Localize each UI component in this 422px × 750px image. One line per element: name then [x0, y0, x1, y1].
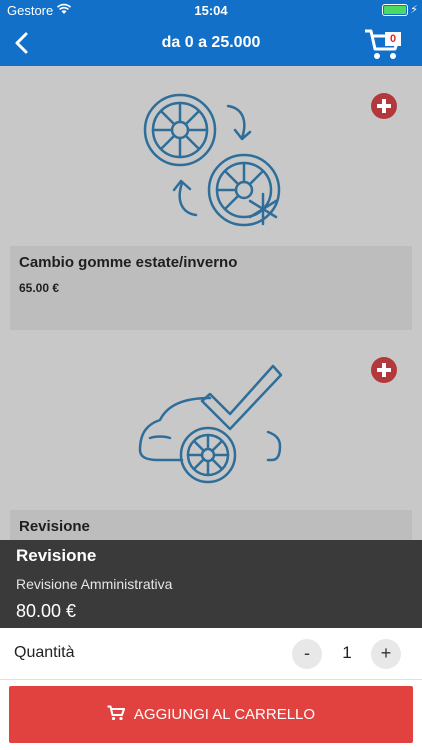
- service-info: Revisione: [10, 510, 412, 540]
- increase-quantity-button[interactable]: +: [371, 639, 401, 669]
- clock: 15:04: [194, 3, 228, 18]
- cart-icon: [107, 705, 125, 721]
- detail-price: 80.00 €: [16, 601, 77, 621]
- battery-icon: [382, 4, 408, 16]
- service-detail-panel: Revisione Revisione Amministrativa 80.00…: [0, 540, 422, 628]
- nav-bar: da 0 a 25.000 0: [0, 20, 422, 66]
- tire-change-icon: [143, 93, 281, 227]
- detail-title: Revisione: [16, 546, 97, 565]
- detail-subtitle: Revisione Amministrativa: [16, 576, 173, 592]
- car-inspection-icon: [138, 364, 283, 484]
- quantity-label: Quantità: [14, 644, 75, 661]
- add-to-cart-label: AGGIUNGI AL CARRELLO: [133, 706, 316, 723]
- add-service-button[interactable]: [371, 357, 397, 383]
- service-name: Cambio gomme estate/inverno: [19, 254, 238, 271]
- add-to-cart-button[interactable]: AGGIUNGI AL CARRELLO: [9, 686, 413, 743]
- quantity-value: 1: [342, 643, 352, 662]
- service-price: 65.00 €: [19, 281, 60, 295]
- quantity-row: Quantità - 1 +: [0, 628, 422, 680]
- status-bar: Gestore 15:04 ⚡: [0, 0, 422, 20]
- add-service-button[interactable]: [371, 93, 397, 119]
- cart-count-badge: 0: [385, 32, 401, 46]
- service-info: Cambio gomme estate/inverno 65.00 €: [10, 246, 412, 330]
- services-list: Cambio gomme estate/inverno 65.00 € Revi…: [0, 66, 422, 540]
- back-chevron-icon[interactable]: [8, 26, 38, 60]
- decrease-quantity-button[interactable]: -: [292, 639, 322, 669]
- page-title: da 0 a 25.000: [161, 34, 261, 51]
- charging-icon: ⚡: [410, 4, 418, 16]
- service-name: Revisione: [19, 518, 90, 535]
